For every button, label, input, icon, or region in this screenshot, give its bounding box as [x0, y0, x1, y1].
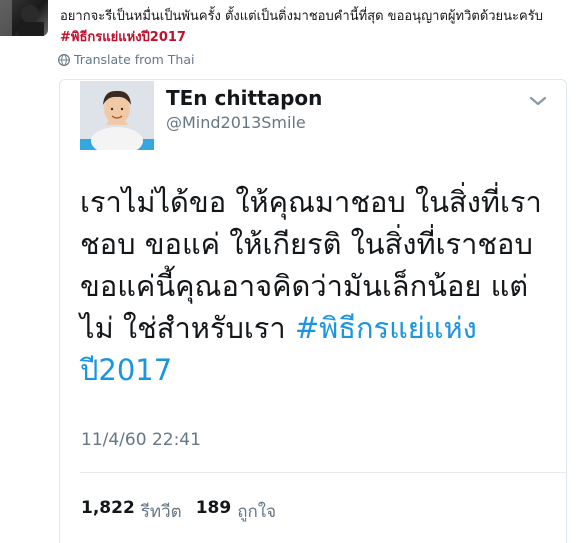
author-handle[interactable]: @Mind2013Smile: [166, 113, 306, 132]
globe-icon: [58, 53, 70, 66]
tweet-line: ชอบ ขอแค่ ให้เกียรติ ในสิ่งที่เราชอบ: [80, 227, 533, 261]
retweet-stat[interactable]: 1,822 รีทวีต: [81, 498, 182, 525]
tweet-line-with-hashtag: ไม่ ใช่สำหรับเรา #พิธีกรแย่แห่ง: [80, 307, 550, 349]
author-display-name[interactable]: TEn chittapon: [166, 86, 322, 110]
retweeter-avatar[interactable]: [0, 0, 48, 36]
chevron-down-icon[interactable]: [528, 94, 548, 108]
retweet-hashtag[interactable]: #พิธีกรแย่แห่งปี2017: [60, 30, 186, 45]
tweet-hashtag-continued: ปี2017: [80, 349, 550, 391]
tweet-text: เราไม่ได้ขอ ให้คุณมาชอบ ในสิ่งที่เรา ชอบ…: [80, 181, 550, 391]
tweet-line: ขอแค่นี้คุณอาจคิดว่ามันเล็กน้อย แต่: [80, 269, 529, 303]
tweet-timestamp[interactable]: 11/4/60 22:41: [81, 430, 201, 450]
like-count: 189: [195, 498, 232, 518]
divider: [80, 472, 566, 473]
retweet-comment: อยากจะรีเป็นหมื่นเป็นพันครั้ง ตั้งแต่เป็…: [60, 6, 575, 48]
like-label: ถูกใจ: [237, 502, 277, 522]
author-avatar[interactable]: [80, 81, 154, 150]
retweet-comment-text: อยากจะรีเป็นหมื่นเป็นพันครั้ง ตั้งแต่เป็…: [60, 9, 543, 24]
tweet-line: ไม่ ใช่สำหรับเรา: [80, 311, 295, 345]
tweet-page: อยากจะรีเป็นหมื่นเป็นพันครั้ง ตั้งแต่เป็…: [0, 0, 583, 543]
tweet-hashtag[interactable]: #พิธีกรแย่แห่ง: [295, 311, 477, 345]
retweet-label: รีทวีต: [140, 502, 182, 522]
translate-link[interactable]: Translate from Thai: [58, 52, 194, 67]
retweet-count: 1,822: [81, 498, 135, 518]
like-stat[interactable]: 189 ถูกใจ: [196, 498, 276, 525]
tweet-hashtag-tail[interactable]: ปี2017: [80, 353, 172, 387]
tweet-stats: 1,822 รีทวีต 189 ถูกใจ: [81, 498, 276, 525]
embedded-tweet-card[interactable]: TEn chittapon @Mind2013Smile เราไม่ได้ขอ…: [59, 79, 567, 543]
tweet-line: เราไม่ได้ขอ ให้คุณมาชอบ ในสิ่งที่เรา: [80, 185, 542, 219]
translate-label: Translate from Thai: [74, 52, 195, 67]
